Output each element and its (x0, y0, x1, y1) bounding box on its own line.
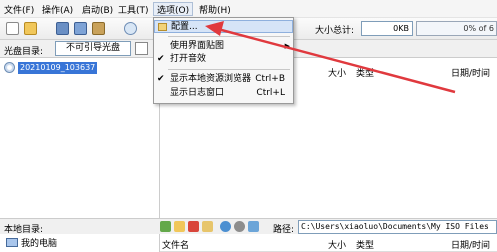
total-size-label: 大小总计: (315, 26, 355, 36)
delete-icon[interactable] (188, 221, 199, 232)
menu-item-local-browser-label: 显示本地资源浏览器 (170, 74, 252, 84)
menu-help[interactable]: 帮助(H) (199, 3, 231, 16)
menu-item-skin[interactable]: 使用界面贴图 ▶ (154, 40, 293, 53)
properties-icon[interactable] (92, 22, 105, 35)
disc-volume-label: 20210109_103637 (18, 61, 98, 74)
capacity-progress: 0% of 6 (416, 21, 497, 36)
local-tree: 我的电脑 (0, 234, 160, 252)
new-folder-icon[interactable] (174, 221, 185, 232)
menu-separator (168, 36, 290, 37)
computer-icon (6, 238, 18, 247)
checkmark-icon: ✔ (157, 74, 165, 84)
column-size[interactable]: 大小 (328, 66, 346, 79)
save-as-icon[interactable] (74, 22, 87, 35)
disc-tree-item[interactable]: 20210109_103637 (4, 61, 98, 74)
save-icon[interactable] (56, 22, 69, 35)
burn-icon[interactable] (124, 22, 137, 35)
settings-icon[interactable] (234, 221, 245, 232)
column-local-type[interactable]: 类型 (356, 238, 374, 251)
local-directory-bar: 本地目录: 路径: C:\Users\xiaoluo\Documents\My … (0, 218, 497, 235)
checkmark-icon: ✔ (157, 54, 165, 64)
column-date[interactable]: 日期/时间 (451, 66, 490, 79)
menu-operate[interactable]: 操作(A) (42, 3, 73, 16)
menu-bar: 文件(F) 操作(A) 启动(B) 工具(T) 选项(O) 帮助(H) (0, 0, 497, 18)
local-file-list-header: 文件名 大小 类型 日期/时间 (160, 234, 497, 252)
boot-type-select[interactable]: 不可引导光盘 (55, 41, 131, 56)
total-size-value: 0KB (361, 21, 413, 36)
local-path-field[interactable]: C:\Users\xiaoluo\Documents\My ISO Files (298, 220, 497, 234)
column-local-date[interactable]: 日期/时间 (451, 238, 490, 251)
options-menu: 配置... 使用界面贴图 ▶ ✔ 打开音效 ✔ 显示本地资源浏览器 Ctrl+B… (153, 17, 294, 104)
shortcut-label: Ctrl+B (255, 74, 285, 84)
menu-item-log-window-label: 显示日志窗口 (170, 88, 225, 98)
menu-item-log-window[interactable]: 显示日志窗口 Ctrl+L (154, 87, 293, 100)
refresh-icon[interactable] (220, 221, 231, 232)
up-folder-icon[interactable] (160, 221, 171, 232)
menu-separator (168, 69, 290, 70)
shortcut-label: Ctrl+L (256, 88, 285, 98)
column-filename[interactable]: 文件名 (162, 238, 189, 251)
menu-item-skin-label: 使用界面贴图 (170, 41, 225, 51)
disc-directory-label: 光盘目录: (4, 47, 44, 57)
menu-item-local-browser[interactable]: ✔ 显示本地资源浏览器 Ctrl+B (154, 73, 293, 86)
local-tree-item[interactable]: 我的电脑 (6, 236, 57, 249)
column-local-size[interactable]: 大小 (328, 238, 346, 251)
folder-icon[interactable] (202, 221, 213, 232)
menu-item-config-label: 配置... (171, 22, 198, 32)
view-icon[interactable] (248, 221, 259, 232)
disc-directory-bar: 光盘目录: 不可引导光盘 (0, 40, 160, 58)
submenu-arrow-icon: ▶ (284, 42, 290, 50)
my-computer-label: 我的电脑 (21, 239, 58, 249)
config-icon (158, 23, 167, 31)
menu-options[interactable]: 选项(O) (153, 2, 194, 16)
disc-tree: 20210109_103637 (0, 58, 160, 218)
new-icon[interactable] (6, 22, 19, 35)
menu-item-config[interactable]: 配置... (154, 20, 293, 33)
disc-icon (4, 62, 15, 73)
menu-file[interactable]: 文件(F) (4, 3, 34, 16)
menu-item-sound-label: 打开音效 (170, 54, 207, 64)
menu-tools[interactable]: 工具(T) (118, 3, 149, 16)
column-type[interactable]: 类型 (356, 66, 374, 79)
disc-properties-icon[interactable] (135, 42, 148, 55)
menu-boot[interactable]: 启动(B) (82, 3, 113, 16)
open-icon[interactable] (24, 22, 37, 35)
menu-item-sound[interactable]: ✔ 打开音效 (154, 53, 293, 66)
